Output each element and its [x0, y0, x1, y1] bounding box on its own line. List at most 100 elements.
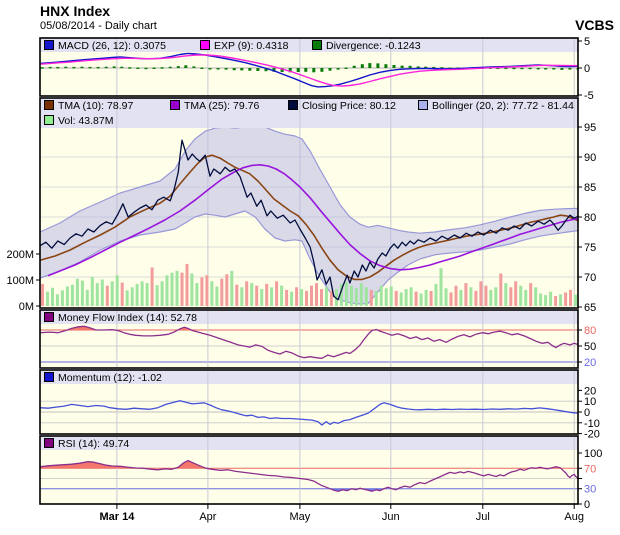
legend-item-price: TMA (10): 78.97 [44, 99, 133, 113]
volume-bar [146, 283, 149, 306]
divergence-bar [192, 66, 195, 68]
volume-bar [529, 283, 532, 306]
y-axis-label: 90 [584, 152, 596, 164]
volume-bar [210, 281, 213, 306]
volume-bar [176, 271, 179, 306]
divergence-bar [72, 67, 75, 69]
volume-bar [166, 275, 169, 306]
volume-bar [479, 281, 482, 306]
divergence-bar [184, 65, 187, 68]
legend-item-price: TMA (25): 79.76 [170, 99, 259, 113]
volume-bar [400, 293, 403, 307]
volume-bar [220, 279, 223, 306]
volume-bar [450, 293, 453, 307]
divergence-bar [161, 67, 164, 69]
divergence-bar [361, 64, 364, 68]
legend-item-mfi: Money Flow Index (14): 52.78 [44, 311, 197, 325]
divergence-bar [120, 67, 123, 69]
volume-bar [61, 290, 64, 306]
volume-bar [116, 275, 119, 306]
left-axis-label: 100M [6, 275, 34, 287]
x-axis-label: Apr [199, 511, 216, 523]
volume-bar [489, 290, 492, 306]
y-axis-label: 0 [584, 499, 590, 511]
volume-bar [375, 291, 378, 306]
volume-bar [295, 287, 298, 306]
volume-bar [554, 296, 557, 306]
volume-bar [265, 284, 268, 306]
legend-label: TMA (10): 78.97 [58, 100, 133, 112]
volume-bar [549, 292, 552, 306]
divergence-bar [329, 68, 332, 71]
divergence-bar [320, 68, 323, 72]
divergence-bar [256, 68, 259, 71]
volume-bar [111, 281, 114, 306]
y-axis-label: 75 [584, 242, 596, 254]
volume-bar [51, 288, 54, 306]
divergence-bar [240, 68, 243, 70]
divergence-bar [105, 67, 108, 69]
divergence-bar [64, 67, 67, 69]
volume-bar [440, 268, 443, 306]
divergence-bar [81, 67, 84, 69]
divergence-bar [128, 67, 131, 69]
volume-bar [459, 290, 462, 306]
volume-bar [420, 294, 423, 307]
volume-bar [494, 287, 497, 306]
volume-bar [200, 277, 203, 306]
divergence-bar [312, 68, 315, 72]
divergence-bar [337, 68, 340, 70]
divergence-bar [113, 66, 116, 68]
legend-item-price: Vol: 43.87M [44, 114, 113, 128]
y-axis-label: 80 [584, 212, 596, 224]
divergence-bar [209, 68, 212, 70]
volume-bar [71, 285, 74, 306]
divergence-bar [552, 68, 555, 70]
volume-bar [126, 290, 129, 306]
volume-bar [469, 287, 472, 306]
divergence-bar [537, 68, 540, 70]
volume-bar [136, 284, 139, 306]
divergence-bar [368, 63, 371, 68]
volume-bar [255, 286, 258, 306]
volume-bar [121, 283, 124, 306]
volume-bar [181, 273, 184, 306]
divergence-bar [401, 66, 404, 68]
volume-bar [86, 290, 89, 306]
y-axis-label: -20 [584, 429, 600, 441]
volume-bar [96, 283, 99, 306]
volume-bar [325, 287, 328, 306]
legend-swatch [44, 115, 54, 125]
divergence-bar [153, 68, 156, 70]
volume-bar [395, 291, 398, 306]
volume-bar [524, 290, 527, 306]
volume-bar [499, 274, 502, 307]
volume-bar [390, 287, 393, 307]
y-axis-label: 80 [584, 325, 596, 337]
volume-bar [474, 291, 477, 306]
volume-bar [435, 284, 438, 306]
volume-bar [504, 283, 507, 306]
y-axis-label: 85 [584, 182, 596, 194]
legend-item-rsi: RSI (14): 49.74 [44, 437, 129, 451]
volume-bar [235, 285, 238, 306]
volume-bar [410, 287, 413, 306]
divergence-bar [521, 68, 524, 70]
legend-item-macd: MACD (26, 12): 0.3075 [44, 39, 166, 53]
divergence-bar [353, 66, 356, 68]
volume-bar [46, 292, 49, 306]
volume-bar [445, 288, 448, 306]
divergence-bar [225, 68, 228, 70]
x-axis-label: Jul [476, 511, 490, 523]
legend-label: RSI (14): 49.74 [58, 438, 129, 450]
divergence-bar [409, 66, 412, 68]
legend-label: Closing Price: 80.12 [302, 100, 396, 112]
y-axis-label: 65 [584, 302, 596, 314]
legend-swatch [44, 372, 54, 382]
volume-bar [365, 287, 368, 306]
volume-bar [161, 281, 164, 306]
y-axis-label: -5 [584, 90, 594, 102]
legend-label: Bollinger (20, 2): 77.72 - 81.44 [432, 100, 574, 112]
volume-bar [280, 286, 283, 306]
divergence-bar [297, 68, 300, 72]
